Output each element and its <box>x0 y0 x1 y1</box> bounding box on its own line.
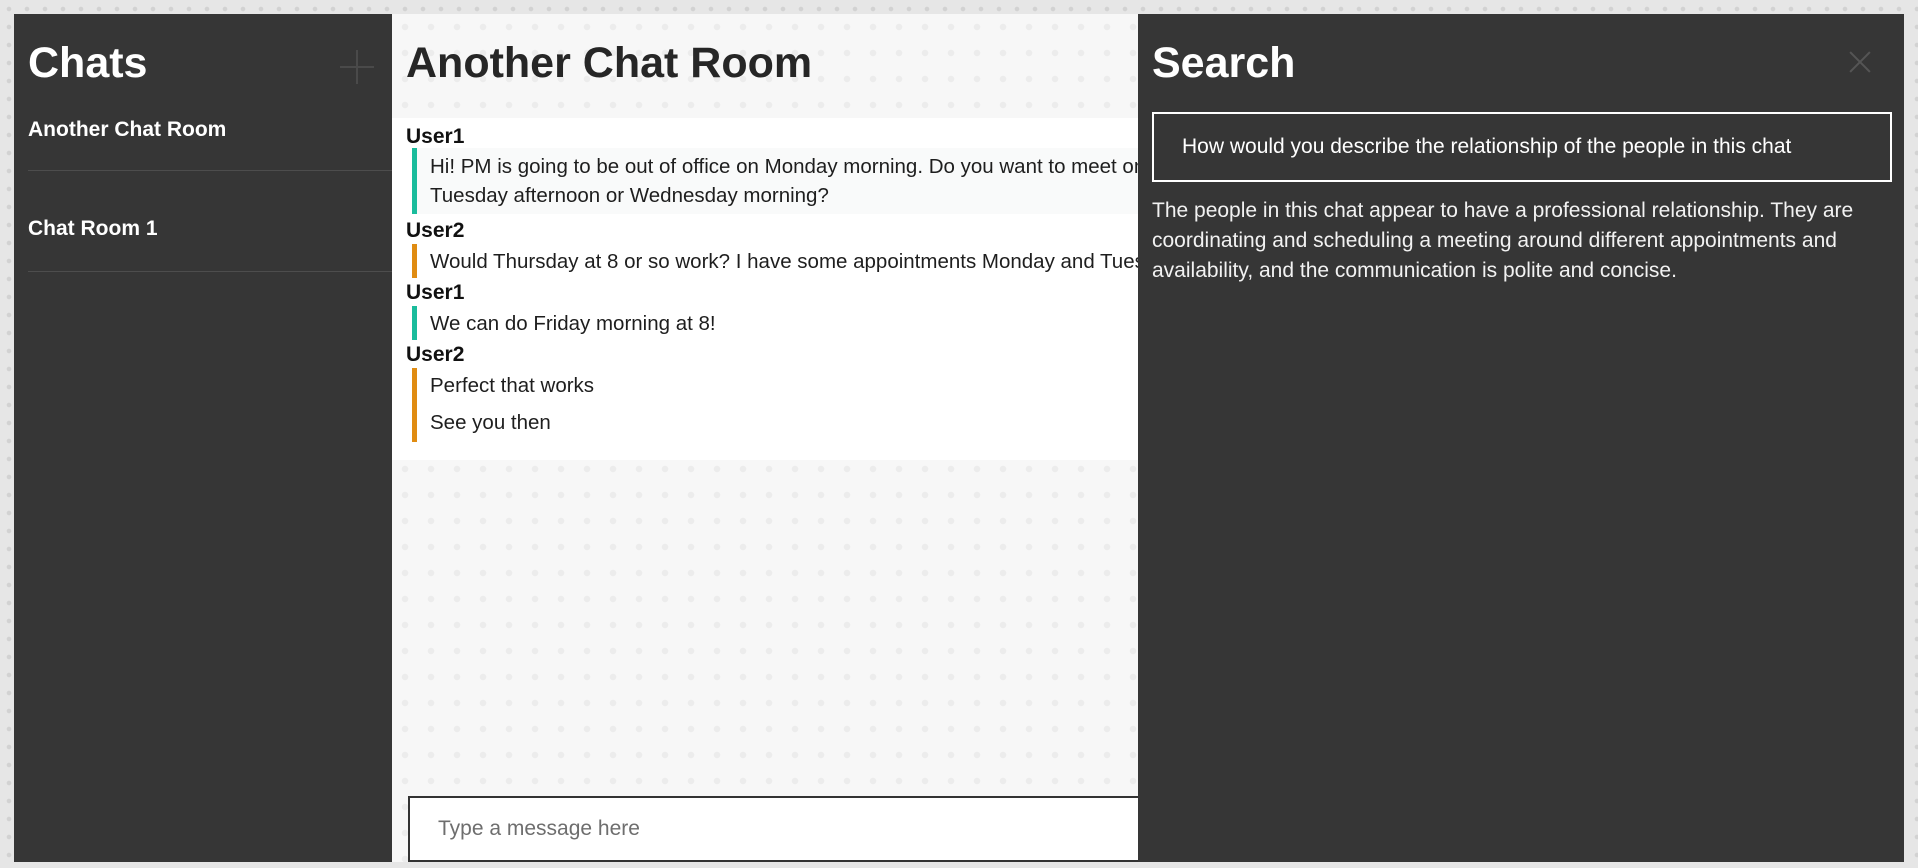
message-bubble: Would Thursday at 8 or so work? I have s… <box>412 244 1152 278</box>
message-composer <box>408 796 1168 862</box>
message-author: User2 <box>406 219 465 242</box>
chat-room-title: Another Chat Room <box>406 39 813 87</box>
message-input[interactable] <box>410 798 1166 860</box>
chat-room-list: Another Chat Room Chat Room 1 <box>28 116 392 272</box>
message-bubble: We can do Friday morning at 8! <box>412 306 1152 340</box>
close-icon[interactable] <box>1848 50 1872 74</box>
chats-sidebar: Chats Another Chat Room Chat Room 1 <box>14 14 392 862</box>
search-input[interactable] <box>1154 114 1890 180</box>
search-answer: The people in this chat appear to have a… <box>1152 199 1854 282</box>
chat-room-item[interactable]: Chat Room 1 <box>28 171 392 272</box>
message-bubble: Perfect that works <box>412 368 1152 404</box>
message-group: User2 Would Thursday at 8 or so work? I … <box>392 220 1152 278</box>
message-group: User2 Perfect that works See you then <box>392 344 1152 442</box>
chat-main: Another Chat Room User1 Hi! PM is going … <box>392 14 1168 862</box>
message-group: User1 Hi! PM is going to be out of offic… <box>392 118 1152 214</box>
message-bubble: Hi! PM is going to be out of office on M… <box>412 148 1152 214</box>
search-box <box>1152 112 1892 182</box>
message-author: User1 <box>406 281 465 304</box>
message-bubble: See you then <box>412 404 1152 442</box>
message-author: User2 <box>406 343 465 366</box>
message-list: User1 Hi! PM is going to be out of offic… <box>392 118 1152 460</box>
search-title: Search <box>1152 39 1296 87</box>
chat-app: Chats Another Chat Room Chat Room 1 Anot… <box>14 14 1904 862</box>
message-group: User1 We can do Friday morning at 8! <box>392 282 1152 340</box>
search-panel: Search The people in this chat appear to… <box>1138 14 1904 862</box>
message-author: User1 <box>406 125 465 148</box>
chat-room-item[interactable]: Another Chat Room <box>28 71 392 171</box>
